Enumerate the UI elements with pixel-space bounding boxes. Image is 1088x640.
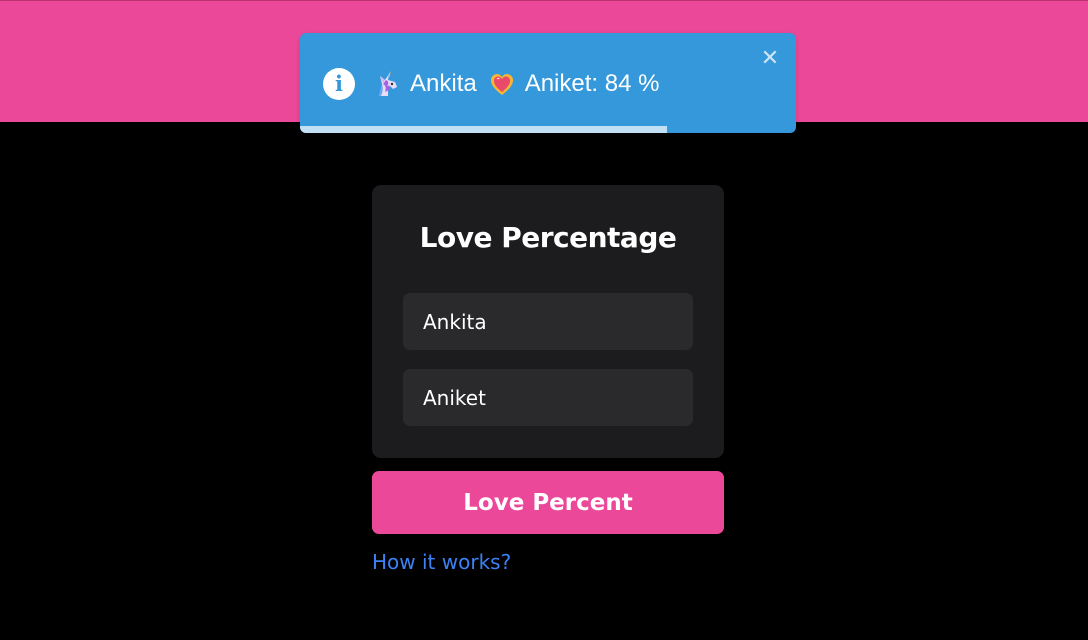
toast-name-first: Ankita (410, 70, 477, 97)
how-it-works-link[interactable]: How it works? (372, 550, 511, 574)
first-name-input[interactable] (403, 293, 693, 350)
unicorn-emoji-icon (372, 69, 402, 99)
sparkling-heart-emoji-icon (487, 69, 517, 99)
love-form-card: Love Percentage (372, 185, 724, 458)
second-name-input[interactable] (403, 369, 693, 426)
info-icon: i (323, 68, 355, 100)
toast-result-text: Aniket: 84 % (524, 70, 660, 97)
close-icon[interactable]: ✕ (758, 47, 782, 71)
love-percent-button[interactable]: Love Percent (372, 471, 724, 534)
toast-progress-bar (300, 126, 796, 133)
toast-message: Ankita Aniket: 84 % (372, 67, 659, 101)
card-title: Love Percentage (419, 221, 677, 254)
result-toast: i Ankita Aniket: 84 % ✕ (300, 33, 796, 133)
toast-progress-fill (300, 126, 668, 133)
